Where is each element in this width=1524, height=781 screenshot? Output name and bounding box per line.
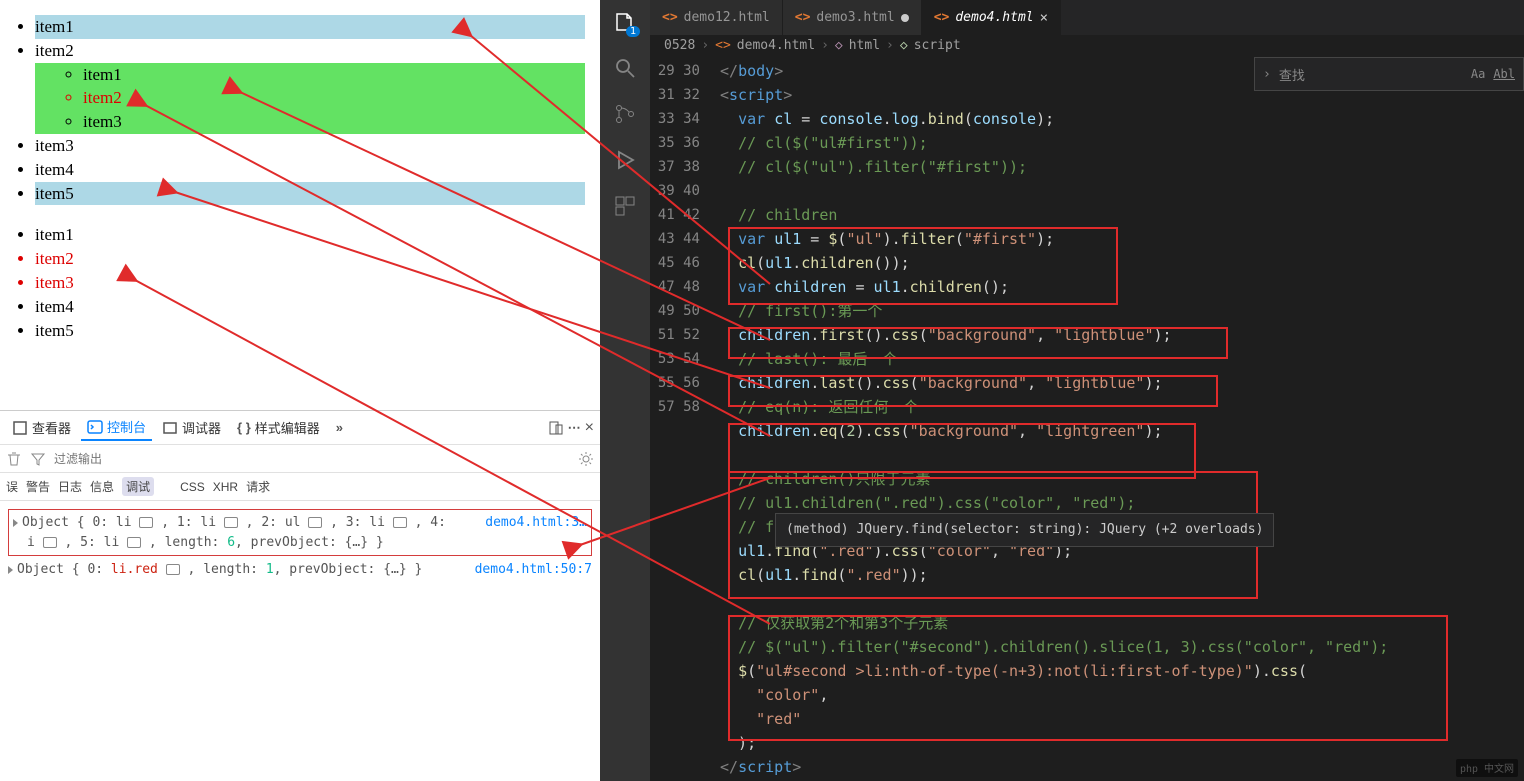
list-item: item3 (35, 271, 585, 295)
source-link[interactable]: demo4.html:50:7 (475, 560, 592, 580)
tab-more[interactable]: » (330, 417, 349, 438)
extensions-icon[interactable] (613, 194, 637, 218)
dirty-indicator-icon (901, 14, 909, 22)
debugger-icon (162, 420, 178, 436)
cat-warn[interactable]: 警告 (26, 478, 50, 495)
list-item: item2 (35, 247, 585, 271)
devtools-tabs: 查看器 控制台 调试器 { } 样式编辑器 » ⋯ × (0, 411, 600, 445)
editor-panel: 1 <> demo12.html <> demo3.html <> demo (600, 0, 1524, 781)
cat-xhr[interactable]: XHR (213, 480, 238, 494)
close-icon[interactable]: × (585, 419, 594, 437)
expand-icon[interactable] (8, 566, 13, 574)
explorer-badge: 1 (626, 26, 640, 37)
breadcrumb[interactable]: 0528› <> demo4.html› ◇ html› ◇ script (650, 35, 1524, 57)
code-editor[interactable]: 29 30 31 32 33 34 35 36 37 38 39 40 41 4… (650, 57, 1524, 781)
html-file-icon: <> (662, 10, 678, 25)
list-item: item4 (35, 295, 585, 319)
nested-list: item1 item2 item3 (35, 63, 585, 134)
list-item: item3 (35, 134, 585, 158)
code-content[interactable]: </body><script> var cl = console.log.bin… (720, 57, 1524, 781)
list-item: item4 (35, 158, 585, 182)
console-output: Object { 0: li , 1: li , 2: ul , 3: li ,… (0, 501, 600, 781)
find-input[interactable]: 查找 (1279, 65, 1463, 84)
console-categories: 误 警告 日志 信息 调试 CSS XHR 请求 (0, 473, 600, 501)
element-icon: ◇ (835, 38, 843, 53)
cat-css[interactable]: CSS (180, 480, 205, 494)
editor-tabs: <> demo12.html <> demo3.html <> demo4.ht… (650, 0, 1524, 35)
source-control-icon[interactable] (613, 102, 637, 126)
console-object-2[interactable]: Object { 0: li.red , length: 1, prevObje… (8, 560, 592, 580)
cat-error[interactable]: 误 (6, 478, 18, 495)
list-item: item3 (83, 110, 585, 134)
activity-bar: 1 (600, 0, 650, 781)
html-file-icon: <> (715, 38, 731, 53)
inspector-icon (12, 420, 28, 436)
responsive-icon[interactable] (548, 420, 564, 436)
trash-icon[interactable] (6, 451, 22, 467)
browser-panel: item1 item2 item1 item2 item3 item3 item… (0, 0, 600, 781)
list-item: item2 (83, 86, 585, 110)
find-widget[interactable]: › 查找 Aa Abl (1254, 57, 1524, 91)
html-preview: item1 item2 item1 item2 item3 item3 item… (0, 0, 600, 410)
list-item: item5 (35, 319, 585, 343)
match-word-icon[interactable]: Abl (1493, 67, 1515, 81)
list-item: item2 (35, 39, 585, 63)
html-file-icon: <> (795, 10, 811, 25)
element-icon: ◇ (900, 38, 908, 53)
source-link[interactable]: demo4.html:3… (485, 513, 587, 533)
chevron-right-icon[interactable]: › (1263, 67, 1271, 82)
tab-console[interactable]: 控制台 (81, 414, 152, 441)
list-item: item1 (83, 63, 585, 87)
second-list: item1 item2 item3 item4 item5 (35, 223, 585, 342)
list-item: item1 (35, 223, 585, 247)
tab-demo4[interactable]: <> demo4.html × (922, 0, 1061, 35)
cat-debug[interactable]: 调试 (122, 477, 154, 496)
intellisense-tooltip: (method) JQuery.find(selector: string): … (775, 513, 1274, 547)
settings-icon[interactable] (578, 451, 594, 467)
search-icon[interactable] (613, 56, 637, 80)
match-case-icon[interactable]: Aa (1471, 67, 1485, 81)
list-item: item1 (35, 15, 585, 39)
kebab-icon[interactable]: ⋯ (568, 420, 581, 436)
style-icon: { } (237, 420, 251, 435)
expand-icon[interactable] (13, 519, 18, 527)
tab-debugger[interactable]: 调试器 (156, 415, 227, 440)
funnel-icon (30, 451, 46, 467)
nested-container: item1 item2 item3 (35, 63, 585, 134)
cat-info[interactable]: 信息 (90, 478, 114, 495)
cat-requests[interactable]: 请求 (246, 478, 270, 495)
tab-demo3[interactable]: <> demo3.html (783, 0, 922, 35)
console-filter-row (0, 445, 600, 473)
devtools-panel: 查看器 控制台 调试器 { } 样式编辑器 » ⋯ × (0, 410, 600, 781)
tab-style-editor[interactable]: { } 样式编辑器 (231, 415, 326, 440)
tab-demo12[interactable]: <> demo12.html (650, 0, 783, 35)
tab-inspector[interactable]: 查看器 (6, 415, 77, 440)
list-item: item5 (35, 182, 585, 206)
html-file-icon: <> (934, 10, 950, 25)
watermark: php 中文网 (1456, 759, 1518, 777)
console-icon (87, 419, 103, 435)
editor-area: <> demo12.html <> demo3.html <> demo4.ht… (650, 0, 1524, 781)
cat-log[interactable]: 日志 (58, 478, 82, 495)
first-list: item1 item2 item1 item2 item3 item3 item… (35, 15, 585, 205)
close-icon[interactable]: × (1040, 10, 1048, 26)
debug-icon[interactable] (613, 148, 637, 172)
line-gutter: 29 30 31 32 33 34 35 36 37 38 39 40 41 4… (650, 57, 720, 781)
console-object-1[interactable]: Object { 0: li , 1: li , 2: ul , 3: li ,… (8, 509, 592, 556)
filter-input[interactable] (54, 452, 570, 466)
